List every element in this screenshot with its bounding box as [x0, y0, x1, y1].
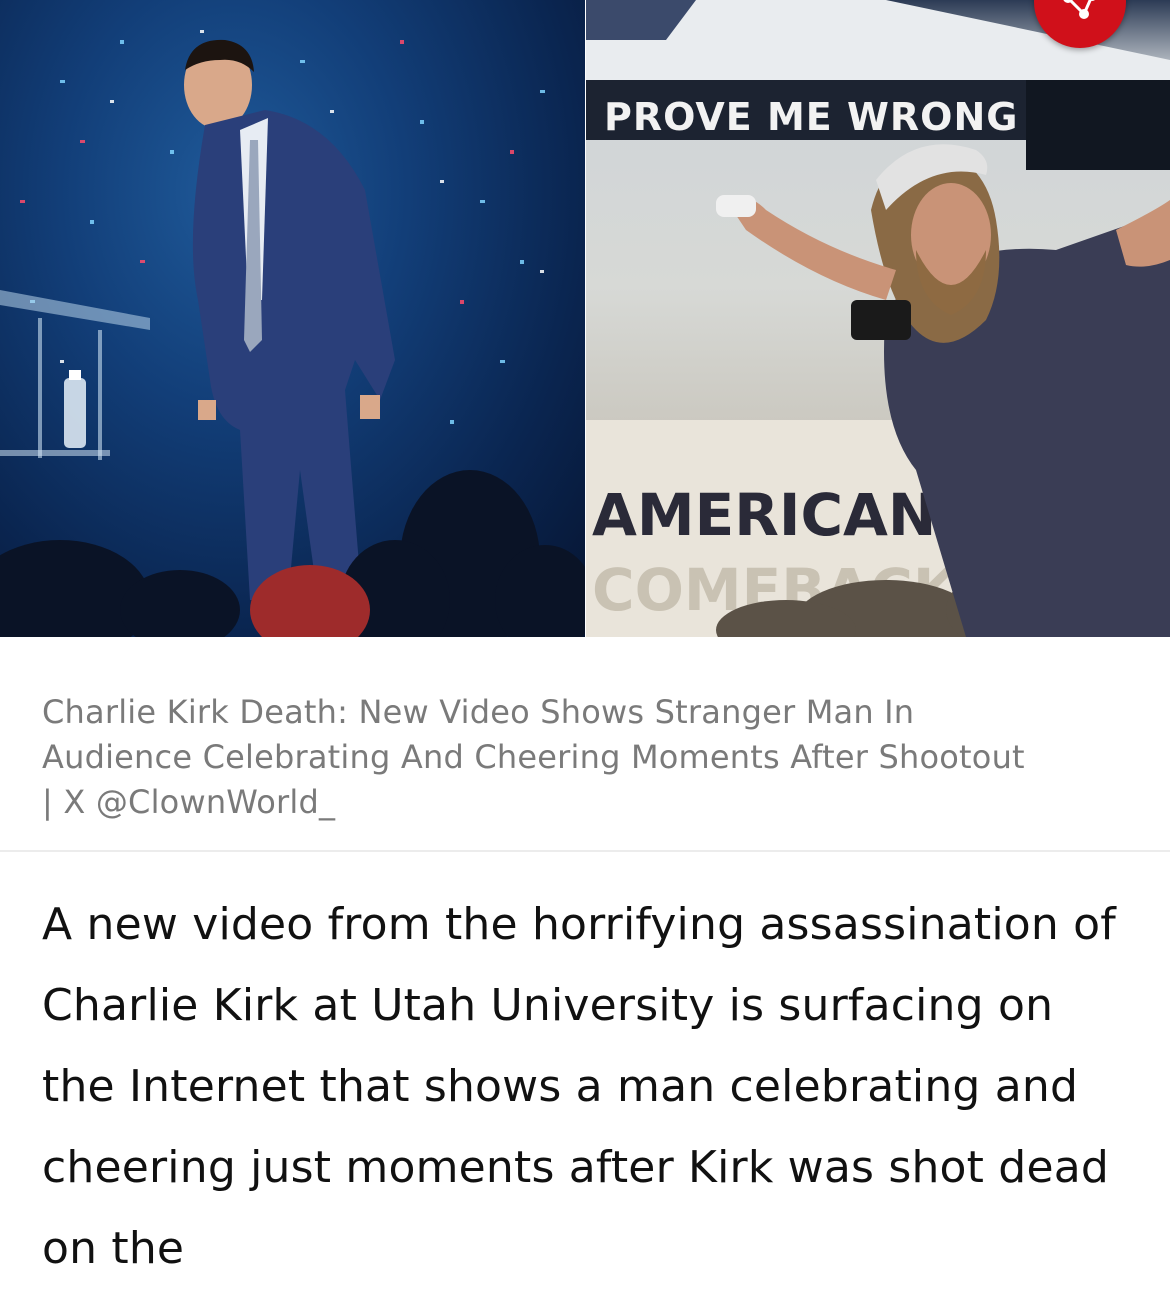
crowd-photo: PROVE ME WRONG AMERICAN COMEBACK [586, 0, 1170, 637]
banner-bottom-line1: AMERICAN [592, 481, 936, 549]
image-caption: Charlie Kirk Death: New Video Shows Stra… [42, 693, 1025, 821]
hero-image-right-panel: PROVE ME WRONG AMERICAN COMEBACK [586, 0, 1170, 637]
share-icon [1063, 0, 1095, 19]
article-page: PROVE ME WRONG AMERICAN COMEBACK Charlie… [0, 0, 1170, 1291]
stage-photo [0, 30, 585, 637]
hero-image-left-panel [0, 0, 585, 637]
hero-image[interactable]: PROVE ME WRONG AMERICAN COMEBACK [0, 0, 1170, 637]
caption-divider [0, 850, 1170, 852]
banner-top-text: PROVE ME WRONG [604, 95, 1018, 139]
article-paragraph: A new video from the horrifying assassin… [42, 899, 1116, 1274]
